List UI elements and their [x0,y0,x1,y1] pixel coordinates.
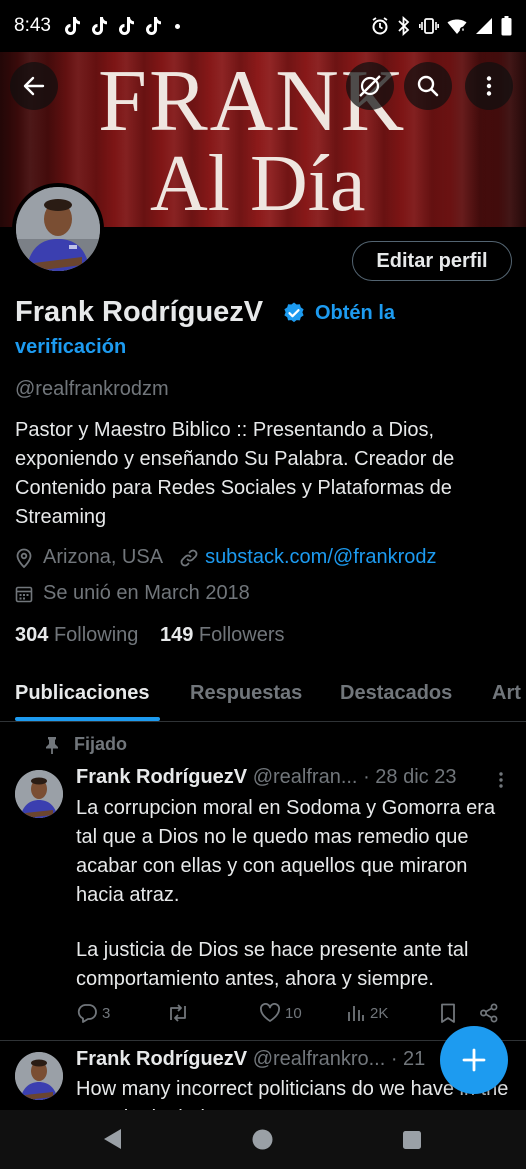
nav-home-icon[interactable] [252,1129,273,1150]
edit-profile-button[interactable]: Editar perfil [352,241,512,281]
share-icon [480,1003,498,1023]
tweet-date[interactable]: · 28 dic 23 [363,766,456,788]
like-count: 10 [285,1004,302,1022]
calendar-icon [15,586,33,602]
profile-name: Frank RodríguezV [15,296,264,328]
get-verified-link-cont[interactable]: verificación [15,336,126,359]
verified-badge-icon[interactable] [282,301,306,325]
repost-icon [170,1004,186,1022]
tiktok-notification-icon [145,17,161,35]
tweet-header: Frank RodríguezV @realfrankro... · 21 [76,1048,425,1071]
tweet-avatar[interactable] [15,770,63,818]
follow-stats: 304 Following 149 Followers [15,624,285,647]
bookmark-button[interactable] [439,1003,457,1023]
tweet-author-name[interactable]: Frank RodríguezV [76,766,247,788]
search-icon [417,75,439,97]
nav-back-icon[interactable] [102,1128,122,1150]
location-pin-icon [16,548,32,568]
status-time: 8:43 [14,15,51,36]
profile-website-link[interactable]: substack.com/@frankrodz [205,546,437,569]
views-bar-chart-icon [348,1006,364,1021]
grok-button[interactable] [346,62,394,110]
bluetooth-icon [398,16,410,36]
tweet-date[interactable]: · 21 [391,1048,425,1070]
repost-button[interactable] [166,1003,190,1023]
wifi-icon [447,19,467,34]
plus-icon [462,1048,486,1072]
following-link[interactable]: 304 Following [15,624,138,646]
back-arrow-icon [23,76,45,96]
profile-tabs: Publicaciones Respuestas Destacados Art [0,666,526,722]
followers-label: Followers [198,624,285,646]
heart-icon [260,1003,280,1022]
views-button[interactable]: 2K [346,1003,388,1023]
more-notifications-dot-icon [174,23,180,29]
back-button[interactable] [10,62,58,110]
cell-signal-icon [476,18,492,34]
reply-count: 3 [102,1004,111,1022]
tab-articulos[interactable]: Art [492,682,521,705]
tweet-author-handle[interactable]: @realfrankro... [253,1048,386,1070]
vibrate-icon [419,18,439,34]
tab-publicaciones[interactable]: Publicaciones [15,682,150,705]
tiktok-notification-icon [64,17,80,35]
tiktok-notification-icon [91,17,107,35]
pinned-label-row: Fijado [44,734,127,755]
profile-meta-row: Arizona, USA substack.com/@frankrodz [15,546,437,569]
compose-post-button[interactable] [440,1026,508,1094]
share-button[interactable] [479,1003,499,1023]
profile-avatar[interactable] [12,183,104,275]
tweet-actions: 3 10 2K [76,1003,506,1029]
tweet-author-name[interactable]: Frank RodríguezV [76,1048,247,1070]
nav-recents-icon[interactable] [403,1131,421,1149]
views-count: 2K [370,1004,389,1022]
active-tab-indicator [15,717,160,721]
followers-count: 149 [159,624,194,646]
reply-button[interactable]: 3 [76,1003,110,1023]
grok-slash-icon [359,75,381,97]
pinned-label: Fijado [74,734,127,754]
link-icon [180,549,198,566]
tweet-header: Frank RodríguezV @realfran... · 28 dic 2… [76,766,456,789]
reply-bubble-icon [77,1004,97,1023]
tweet-avatar[interactable] [15,1052,63,1100]
pin-icon [46,736,58,754]
profile-joined-row: Se unió en March 2018 [15,582,250,605]
system-navigation-bar [0,1110,526,1169]
get-verified-link[interactable]: Obtén la [315,302,395,325]
tweet-more-icon[interactable] [496,770,506,790]
banner-title-line2: Al Día [150,140,366,227]
tweet-text-paragraph-1: La corrupcion moral en Sodoma y Gomorra … [76,797,496,906]
following-label: Following [53,624,139,646]
more-options-button[interactable] [465,62,513,110]
profile-bio: Pastor y Maestro Biblico :: Presentando … [15,419,455,528]
profile-joined-date: Se unió en March 2018 [43,582,250,604]
profile-photo [16,187,100,271]
tab-respuestas[interactable]: Respuestas [190,682,302,705]
status-bar: 8:43 [0,0,526,52]
bookmark-icon [441,1003,455,1023]
tweet-author-handle[interactable]: @realfran... [253,766,358,788]
followers-link[interactable]: 149 Followers [160,624,285,646]
tweet-text-paragraph-2: La justicia de Dios se hace presente ant… [76,939,469,990]
profile-handle: @realfrankrodzm [15,378,169,400]
profile-location: Arizona, USA [43,546,164,568]
like-button[interactable]: 10 [259,1003,302,1023]
tab-destacados[interactable]: Destacados [340,682,452,705]
search-button[interactable] [404,62,452,110]
tiktok-notification-icon [118,17,134,35]
alarm-icon [372,17,388,35]
battery-icon [501,16,512,36]
following-count: 304 [15,624,49,646]
vertical-dots-icon [486,76,492,96]
